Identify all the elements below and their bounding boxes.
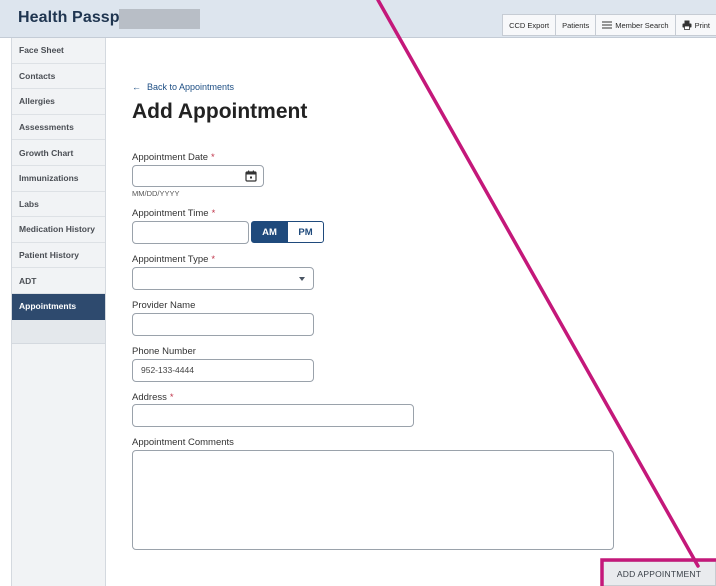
sidebar-item-assessments[interactable]: Assessments	[12, 115, 105, 141]
back-link-label: Back to Appointments	[147, 82, 235, 92]
chevron-down-icon	[299, 277, 305, 281]
add-appointment-button[interactable]: ADD APPOINTMENT	[602, 561, 716, 586]
pm-toggle-button[interactable]: PM	[287, 221, 324, 243]
redacted-patient-name	[119, 9, 200, 29]
required-marker: *	[211, 254, 216, 265]
sidebar-spacer	[12, 319, 105, 344]
address-label-text: Address	[132, 392, 167, 403]
appointment-type-label-text: Appointment Type	[132, 254, 209, 265]
header-toolbar: CCD Export Patients Member Search Print	[502, 14, 716, 36]
sidebar-item-patient-history[interactable]: Patient History	[12, 243, 105, 269]
appointment-type-label: Appointment Type *	[132, 254, 215, 265]
provider-name-label: Provider Name	[132, 300, 196, 311]
back-arrow-icon: ←	[132, 82, 141, 92]
appointment-date-input[interactable]	[132, 165, 264, 187]
appointment-date-label-text: Appointment Date	[132, 152, 209, 163]
sidebar-item-growth-chart[interactable]: Growth Chart	[12, 140, 105, 166]
sidebar-nav: Face Sheet Contacts Allergies Assessment…	[11, 38, 106, 586]
required-marker: *	[211, 208, 216, 219]
sidebar-item-allergies[interactable]: Allergies	[12, 89, 105, 115]
member-search-button[interactable]: Member Search	[595, 14, 676, 36]
provider-name-input[interactable]	[132, 313, 314, 336]
appointment-comments-label: Appointment Comments	[132, 437, 234, 448]
back-to-appointments-link[interactable]: ← Back to Appointments	[132, 82, 234, 92]
sidebar-item-appointments[interactable]: Appointments	[12, 293, 105, 320]
ccd-export-button[interactable]: CCD Export	[502, 14, 557, 36]
am-toggle-button[interactable]: AM	[251, 221, 288, 243]
required-marker: *	[211, 152, 215, 163]
sidebar-item-adt[interactable]: ADT	[12, 268, 105, 294]
sidebar-item-contacts[interactable]: Contacts	[12, 64, 105, 90]
address-input[interactable]	[132, 404, 414, 427]
date-format-hint: MM/DD/YYYY	[132, 189, 180, 198]
sidebar-item-face-sheet[interactable]: Face Sheet	[12, 38, 105, 64]
phone-number-label: Phone Number	[132, 346, 196, 357]
address-label: Address *	[132, 392, 174, 403]
appointment-time-input[interactable]	[132, 221, 249, 244]
print-label: Print	[694, 20, 710, 30]
printer-icon	[682, 20, 692, 30]
phone-number-input[interactable]: 952-133-4444	[132, 359, 314, 382]
appointment-time-label-text: Appointment Time	[132, 208, 209, 219]
phone-number-value: 952-133-4444	[141, 365, 194, 375]
hamburger-icon	[602, 21, 613, 29]
print-button[interactable]: Print	[674, 14, 716, 36]
sidebar-item-immunizations[interactable]: Immunizations	[12, 166, 105, 192]
am-pm-toggle: AM PM	[251, 221, 324, 243]
sidebar-item-medication-history[interactable]: Medication History	[12, 217, 105, 243]
appointment-time-label: Appointment Time *	[132, 208, 215, 219]
appointment-type-select[interactable]	[132, 267, 314, 290]
appointment-date-label: Appointment Date *	[132, 152, 215, 163]
page-title: Add Appointment	[132, 100, 308, 123]
patients-label: Patients	[562, 20, 590, 30]
member-search-label: Member Search	[615, 20, 669, 30]
calendar-icon[interactable]	[245, 170, 257, 182]
app-header: Health Passport: CCD Export Patients Mem…	[0, 0, 716, 38]
sidebar-item-labs[interactable]: Labs	[12, 192, 105, 218]
patients-button[interactable]: Patients	[555, 14, 597, 36]
required-marker: *	[169, 392, 174, 403]
appointment-comments-textarea[interactable]	[132, 450, 614, 550]
ccd-export-label: CCD Export	[509, 20, 550, 30]
